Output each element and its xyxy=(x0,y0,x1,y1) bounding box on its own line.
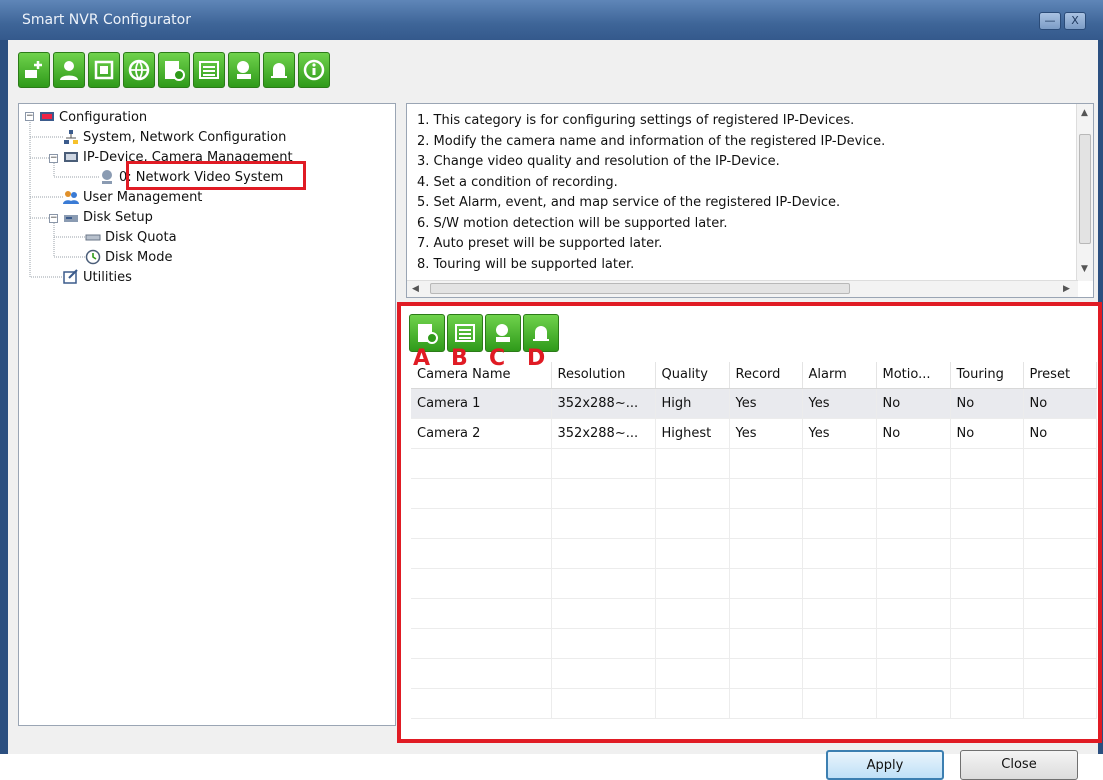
column-header[interactable]: Alarm xyxy=(802,362,877,389)
tree-connector-lines xyxy=(29,122,99,278)
close-window-button[interactable]: X xyxy=(1064,12,1086,30)
column-header[interactable]: Camera Name xyxy=(411,362,552,389)
info-lines: 1. This category is for configuring sett… xyxy=(417,111,885,275)
table-cell: High xyxy=(655,388,730,419)
scroll-down-icon[interactable]: ▼ xyxy=(1081,264,1088,274)
table-cell: Camera 1 xyxy=(411,388,552,419)
info-line: 5. Set Alarm, event, and map service of … xyxy=(417,195,841,210)
bell-icon[interactable] xyxy=(263,52,295,88)
client-area: − Configuration System, Network Configur… xyxy=(8,40,1102,780)
empty-row xyxy=(411,598,1097,629)
add-device-icon[interactable] xyxy=(18,52,50,88)
info-line: 7. Auto preset will be supported later. xyxy=(417,236,663,251)
info-line: 3. Change video quality and resolution o… xyxy=(417,154,780,169)
configuration-tree: − Configuration System, Network Configur… xyxy=(18,103,396,726)
table-cell: Yes xyxy=(729,418,803,449)
info-line: 8. Touring will be supported later. xyxy=(417,256,635,272)
table-cell: 352x288~... xyxy=(551,418,656,449)
title-bar: Smart NVR Configurator — X xyxy=(0,0,1103,40)
column-header[interactable]: Record xyxy=(729,362,803,389)
info-panel: 1. This category is for configuring sett… xyxy=(406,103,1094,298)
table-cell: No xyxy=(876,418,951,449)
empty-row xyxy=(411,448,1097,479)
info-line: 4. Set a condition of recording. xyxy=(417,174,618,190)
horizontal-scrollbar[interactable]: ◀ ▶ xyxy=(407,280,1078,297)
info-icon[interactable] xyxy=(298,52,330,88)
scroll-thumb[interactable] xyxy=(1079,134,1091,244)
close-button[interactable]: Close xyxy=(960,750,1078,780)
table-header-row: Camera Name Resolution Quality Record Al… xyxy=(411,362,1097,389)
table-cell: No xyxy=(1023,418,1097,449)
empty-row xyxy=(411,628,1097,659)
column-header[interactable]: Resolution xyxy=(551,362,656,389)
info-line: 2. Modify the camera name and informatio… xyxy=(417,133,886,149)
empty-row xyxy=(411,538,1097,569)
table-cell: Yes xyxy=(802,388,877,419)
table-cell: 352x288~... xyxy=(551,388,656,419)
column-header[interactable]: Motio... xyxy=(876,362,951,389)
camera-panel: A B C D Camera Name Resolution Quality R… xyxy=(397,302,1102,743)
empty-row xyxy=(411,658,1097,689)
table-row[interactable]: Camera 2 352x288~... Highest Yes Yes No … xyxy=(411,418,1097,449)
info-line: 1. This category is for configuring sett… xyxy=(417,113,855,128)
table-cell: No xyxy=(950,388,1024,419)
column-header[interactable]: Quality xyxy=(655,362,730,389)
main-toolbar xyxy=(18,52,330,92)
table-cell: No xyxy=(876,388,951,419)
scroll-thumb[interactable] xyxy=(430,283,850,294)
empty-row xyxy=(411,688,1097,719)
vertical-scrollbar[interactable]: ▲ ▼ xyxy=(1076,104,1093,281)
highlight-box xyxy=(126,161,306,190)
apply-button[interactable]: Apply xyxy=(826,750,944,780)
scroll-up-icon[interactable]: ▲ xyxy=(1081,108,1088,118)
table-cell: Yes xyxy=(729,388,803,419)
disk-settings-icon[interactable] xyxy=(158,52,190,88)
table-row[interactable]: Camera 1 352x288~... High Yes Yes No No … xyxy=(411,388,1097,419)
camera-table: Camera Name Resolution Quality Record Al… xyxy=(411,362,1097,719)
table-cell: No xyxy=(950,418,1024,449)
empty-row xyxy=(411,478,1097,509)
keypad-icon[interactable] xyxy=(193,52,225,88)
user-icon[interactable] xyxy=(53,52,85,88)
globe-icon[interactable] xyxy=(123,52,155,88)
window-icon[interactable] xyxy=(88,52,120,88)
minimize-button[interactable]: — xyxy=(1039,12,1061,30)
scroll-right-icon[interactable]: ▶ xyxy=(1063,284,1070,294)
table-cell: Yes xyxy=(802,418,877,449)
table-cell: No xyxy=(1023,388,1097,419)
table-cell: Camera 2 xyxy=(411,418,552,449)
empty-row xyxy=(411,508,1097,539)
table-cell: Highest xyxy=(655,418,730,449)
scroll-left-icon[interactable]: ◀ xyxy=(412,284,419,294)
app-window: Smart NVR Configurator — X − Configurati… xyxy=(0,0,1103,780)
info-line: 6. S/W motion detection will be supporte… xyxy=(417,215,728,231)
empty-row xyxy=(411,568,1097,599)
column-header[interactable]: Preset xyxy=(1023,362,1097,389)
column-header[interactable]: Touring xyxy=(950,362,1024,389)
camera-record-icon[interactable] xyxy=(228,52,260,88)
window-title: Smart NVR Configurator xyxy=(22,12,191,28)
